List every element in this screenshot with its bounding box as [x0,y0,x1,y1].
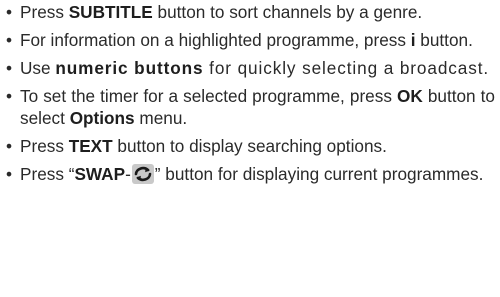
text: Press [20,2,69,22]
text: menu. [134,108,188,128]
text: Use [20,58,56,78]
swap-arrows-icon [131,164,154,184]
ok-button-label: OK [396,86,423,106]
dash: - [125,164,131,184]
list-item-numeric: • Use numeric buttons for quickly selecti… [6,57,495,79]
numeric-buttons-label: numeric buttons [55,58,204,78]
bullet: • [6,86,13,106]
instruction-list: • Press SUBTITLE button to sort channels … [6,1,495,191]
subtitle-button-label: SUBTITLE [68,2,153,22]
bullet: • [6,164,13,184]
text: To set the timer for a selected programm… [20,86,397,106]
text-button-label: TEXT [68,136,113,156]
list-item-subtitle: • Press SUBTITLE button to sort channels … [6,1,495,23]
text: button. [415,30,473,50]
text: Press [20,136,69,156]
bullet: • [6,2,13,22]
options-menu-label: Options [69,108,135,128]
text: For information on a highlighted program… [20,30,411,50]
list-item-info: • For information on a highlighted progra… [6,29,495,51]
list-item-timer: • To set the timer for a selected program… [6,85,495,129]
text: button to sort channels by a genre. [152,2,423,22]
list-item-text: • Press TEXT button to display searching … [6,135,495,157]
text: for quickly selecting a broadcast. [203,58,490,78]
bullet: • [6,30,13,50]
text: ” button for displaying current programm… [154,164,484,184]
bullet: • [6,58,13,78]
swap-button-label: SWAP [74,164,126,184]
text: Press “ [20,164,75,184]
list-item-swap: • Press “SWAP- ” button for displaying cu… [6,163,495,185]
text: button to display searching options. [112,136,387,156]
bullet: • [6,136,13,156]
